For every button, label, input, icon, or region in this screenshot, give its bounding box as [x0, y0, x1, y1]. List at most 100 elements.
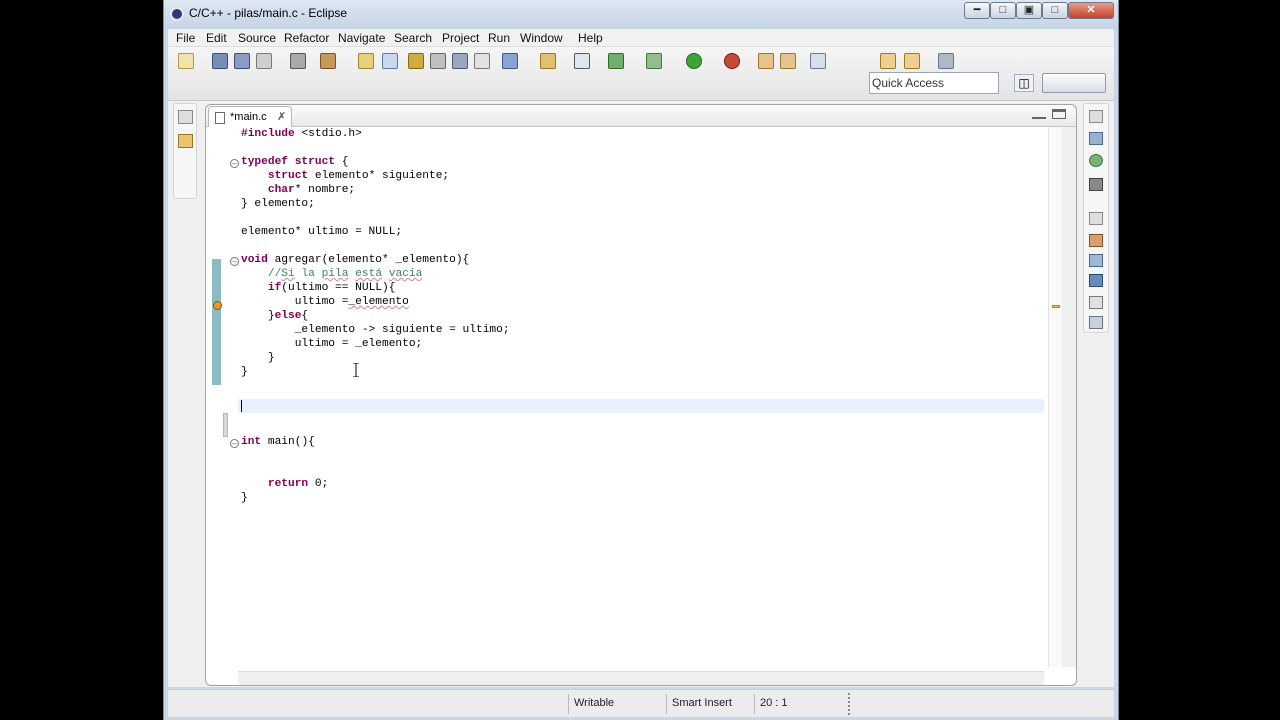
editor-area: *main.c ✗ – – – #include <stdio.h> typed… [205, 104, 1077, 686]
open-folder-icon[interactable] [540, 53, 556, 69]
close-button[interactable]: ✕ [1068, 2, 1114, 19]
new-cpp-project-icon[interactable] [320, 53, 336, 69]
code-line: } elemento; [241, 198, 315, 210]
code-line: char* nombre; [267, 184, 356, 196]
status-cursor-position: 20 : 1 [754, 694, 844, 714]
workbench: *main.c ✗ – – – #include <stdio.h> typed… [168, 101, 1114, 687]
vertical-ruler[interactable]: – – – [206, 127, 239, 667]
fold-toggle-icon[interactable]: – [230, 257, 239, 266]
tab-label: *main.c [230, 111, 267, 123]
warning-overview-mark[interactable] [1052, 305, 1060, 308]
menu-help[interactable]: Help [578, 31, 603, 45]
external-tools-icon[interactable] [724, 53, 740, 69]
new-class-icon[interactable] [382, 53, 398, 69]
minimize-button[interactable]: ━ [964, 2, 990, 19]
previous-annotation-icon[interactable] [758, 53, 774, 69]
quick-access-input[interactable]: Quick Access [869, 72, 999, 94]
code-line: int main(){ [241, 436, 315, 448]
back-icon[interactable] [880, 53, 896, 69]
quick-diff-change-bar [212, 259, 221, 385]
fold-toggle-icon[interactable]: – [230, 159, 239, 168]
open-type-icon[interactable] [430, 53, 446, 69]
c-file-icon [215, 112, 225, 124]
new-source-folder-icon[interactable] [358, 53, 374, 69]
eclipse-icon [170, 7, 184, 21]
menu-project[interactable]: Project [442, 31, 479, 45]
call-hierarchy-icon[interactable] [1089, 316, 1103, 329]
main-toolbar: Quick Access ◫ [168, 47, 1114, 101]
toggle-mark-icon[interactable] [474, 53, 490, 69]
tasks-icon[interactable] [1089, 254, 1103, 267]
debug-icon[interactable] [646, 53, 662, 69]
open-perspective-icon[interactable]: ◫ [1014, 74, 1034, 92]
menu-edit[interactable]: Edit [206, 31, 227, 45]
fold-toggle-icon[interactable]: – [230, 439, 239, 448]
restore-icon[interactable] [178, 110, 193, 124]
status-insert-mode[interactable]: Smart Insert [666, 694, 754, 714]
build-targets-icon[interactable] [1089, 178, 1103, 191]
horizontal-scrollbar[interactable] [238, 671, 1044, 685]
refresh-icon[interactable] [502, 53, 518, 69]
outline-icon[interactable] [1089, 132, 1103, 145]
project-explorer-icon[interactable] [178, 134, 193, 148]
menu-refactor[interactable]: Refactor [284, 31, 329, 45]
print-icon[interactable] [256, 53, 272, 69]
window-button[interactable]: □ [1042, 2, 1068, 19]
open-element-icon[interactable] [452, 53, 468, 69]
code-editor[interactable]: – – – #include <stdio.h> typedef struct … [206, 127, 1076, 685]
overview-ruler[interactable] [1048, 127, 1062, 667]
new-icon[interactable] [178, 53, 194, 69]
c-cpp-perspective-icon[interactable] [1042, 73, 1106, 93]
build-icon[interactable] [290, 53, 306, 69]
save-icon[interactable] [212, 53, 228, 69]
console-icon[interactable] [1089, 274, 1103, 287]
restore-down-button[interactable]: ▣ [1016, 2, 1042, 19]
status-writable: Writable [568, 694, 666, 714]
code-line: } [241, 352, 275, 364]
maximize-button[interactable]: □ [990, 2, 1016, 19]
menu-run[interactable]: Run [488, 31, 510, 45]
code-line: //Si la pila está vacia [267, 268, 423, 280]
tab-main-c[interactable]: *main.c ✗ [208, 106, 292, 127]
make-target-icon[interactable] [1089, 154, 1103, 167]
restore-icon[interactable] [1089, 110, 1103, 123]
close-tab-icon[interactable]: ✗ [277, 110, 286, 123]
source-text[interactable]: #include <stdio.h> typedef struct { stru… [241, 127, 1041, 667]
menu-search[interactable]: Search [394, 31, 432, 45]
menu-window[interactable]: Window [520, 31, 563, 45]
restore-icon[interactable] [1089, 212, 1103, 225]
problems-icon[interactable] [1089, 234, 1103, 247]
forward-icon[interactable] [904, 53, 920, 69]
menu-navigate[interactable]: Navigate [338, 31, 385, 45]
vertical-scrollbar[interactable] [1062, 127, 1076, 667]
window-title: C/C++ - pilas/main.c - Eclipse [189, 6, 348, 20]
text-caret [241, 400, 242, 412]
code-line: typedef struct { [241, 156, 349, 168]
last-edit-icon[interactable] [810, 53, 826, 69]
pin-editor-icon[interactable] [938, 53, 954, 69]
new-c-file-icon[interactable] [608, 53, 624, 69]
code-line: void agregar(elemento* _elemento){ [241, 254, 470, 266]
c-file-icon[interactable] [574, 53, 590, 69]
search-icon[interactable] [408, 53, 424, 69]
properties-icon[interactable] [1089, 296, 1103, 309]
mouse-cursor-ibeam [353, 363, 359, 377]
next-annotation-icon[interactable] [780, 53, 796, 69]
menu-source[interactable]: Source [238, 31, 276, 45]
minimize-icon[interactable] [1032, 109, 1046, 119]
title-bar[interactable]: C/C++ - pilas/main.c - Eclipse ━ □ ▣ □ ✕ [164, 0, 1118, 28]
code-line: }else{ [241, 310, 309, 322]
code-line: struct elemento* siguiente; [267, 170, 450, 182]
code-line: } [241, 366, 248, 378]
warning-marker-icon[interactable] [213, 301, 222, 310]
status-bar: Writable Smart Insert 20 : 1 [168, 689, 1114, 717]
save-all-icon[interactable] [234, 53, 250, 69]
maximize-icon[interactable] [1052, 109, 1066, 119]
menu-file[interactable]: File [176, 31, 195, 45]
run-icon[interactable] [686, 53, 702, 69]
code-line: elemento* ultimo = NULL; [241, 226, 403, 238]
code-line: if(ultimo == NULL){ [267, 282, 396, 294]
status-grip[interactable] [848, 693, 850, 715]
code-line: } [241, 492, 248, 504]
code-line: return 0; [267, 478, 329, 490]
